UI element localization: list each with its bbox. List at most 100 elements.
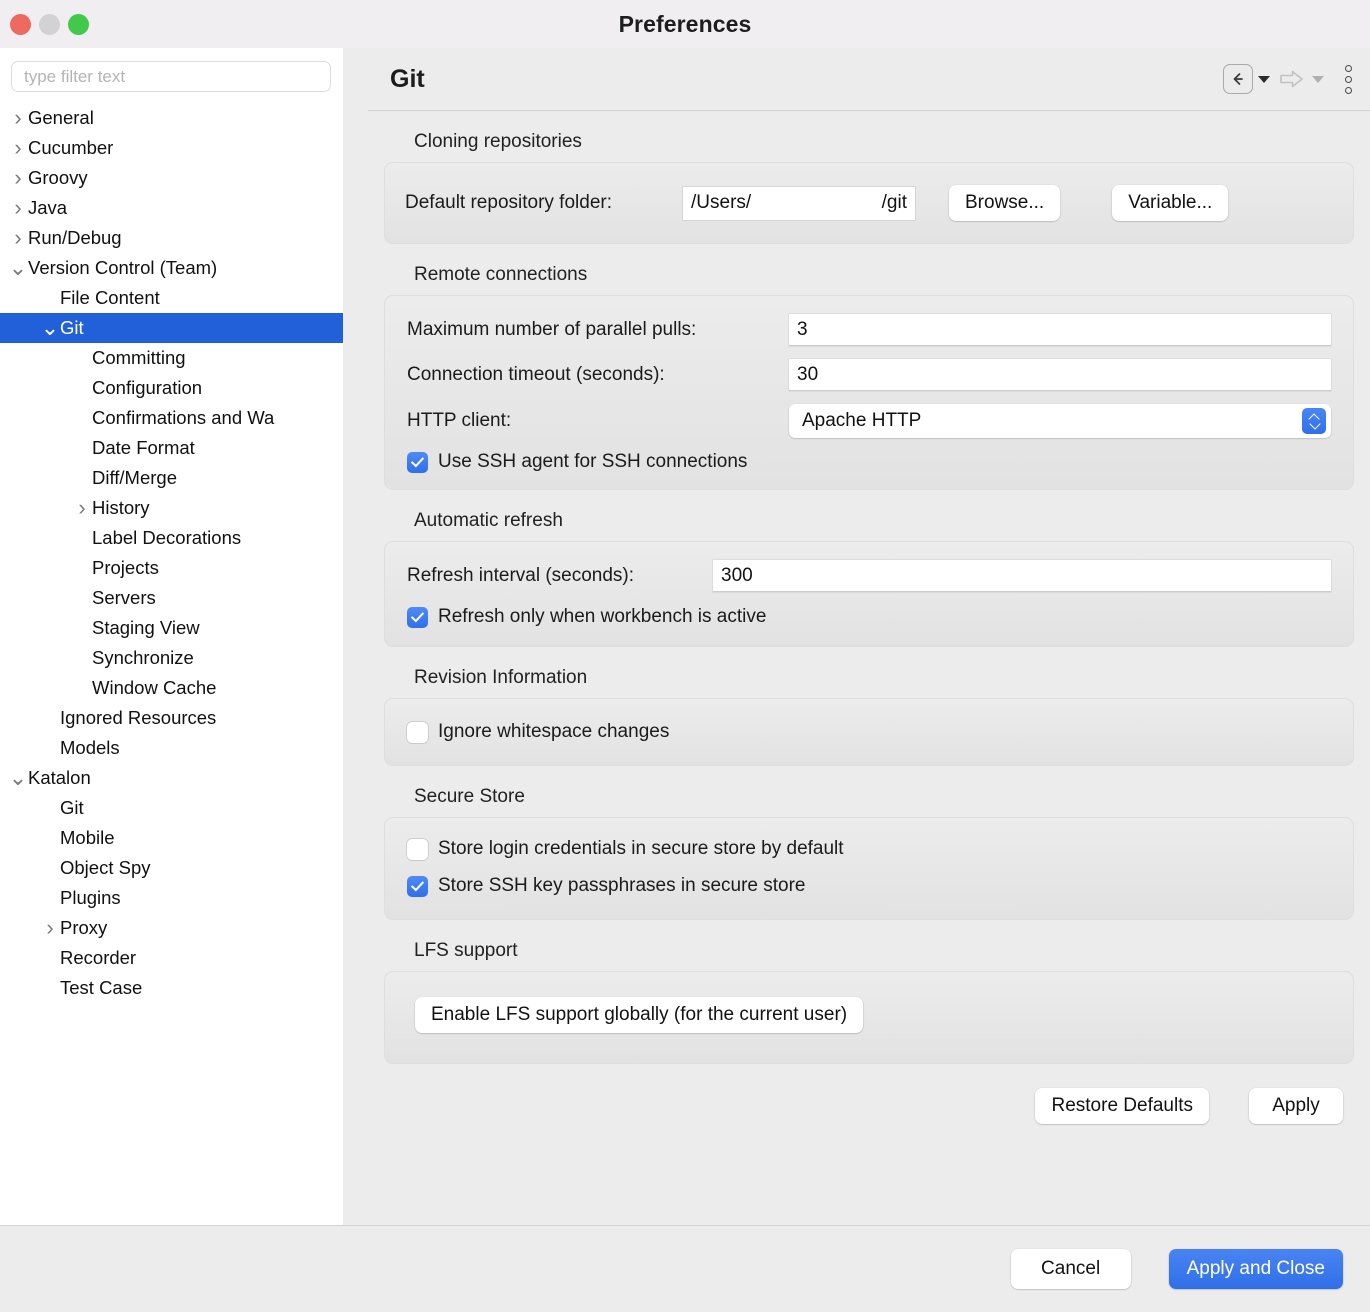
sidebar-item-committing[interactable]: ›Committing bbox=[0, 343, 343, 373]
arrow-right-icon bbox=[1280, 70, 1303, 88]
workbench-active-checkbox-row[interactable]: Refresh only when workbench is active bbox=[407, 606, 1331, 628]
sidebar-item-servers[interactable]: ›Servers bbox=[0, 583, 343, 613]
sidebar-item-general[interactable]: › General bbox=[0, 103, 343, 133]
back-button[interactable] bbox=[1223, 64, 1253, 94]
view-menu-button[interactable] bbox=[1341, 61, 1356, 98]
forward-button[interactable] bbox=[1277, 64, 1307, 94]
chevron-right-icon[interactable]: › bbox=[8, 227, 28, 249]
chevron-right-icon[interactable]: › bbox=[72, 497, 92, 519]
search-input[interactable] bbox=[11, 61, 331, 92]
store-login-credentials-checkbox[interactable] bbox=[407, 838, 428, 860]
sidebar-item-confirmations-and-wa[interactable]: ›Confirmations and Wa bbox=[0, 403, 343, 433]
variable-button[interactable]: Variable... bbox=[1112, 185, 1229, 221]
sidebar-item-date-format[interactable]: ›Date Format bbox=[0, 433, 343, 463]
ssh-agent-label: Use SSH agent for SSH connections bbox=[438, 451, 748, 472]
http-client-label: HTTP client: bbox=[407, 410, 512, 431]
traffic-light-group bbox=[10, 14, 89, 35]
sidebar-item-label: Confirmations and Wa bbox=[92, 407, 275, 428]
ignore-whitespace-checkbox-row[interactable]: Ignore whitespace changes bbox=[407, 721, 1331, 743]
chevron-down-icon[interactable]: ⌄ bbox=[8, 257, 28, 279]
store-ssh-passphrases-checkbox-row[interactable]: Store SSH key passphrases in secure stor… bbox=[407, 875, 1331, 897]
forward-history-caret-down-icon[interactable] bbox=[1312, 75, 1324, 83]
chevron-right-icon[interactable]: › bbox=[8, 197, 28, 219]
sidebar-item-diff-merge[interactable]: ›Diff/Merge bbox=[0, 463, 343, 493]
lfs-group: Enable LFS support globally (for the cur… bbox=[384, 971, 1354, 1064]
sidebar-item-staging-view[interactable]: ›Staging View bbox=[0, 613, 343, 643]
apply-and-close-button[interactable]: Apply and Close bbox=[1168, 1249, 1343, 1289]
sidebar-scrollbar-gutter[interactable] bbox=[343, 48, 368, 1225]
sidebar-item-version-control-team[interactable]: ⌄ Version Control (Team) bbox=[0, 253, 343, 283]
kebab-menu-icon-dot bbox=[1345, 64, 1352, 72]
workbench-active-label: Refresh only when workbench is active bbox=[438, 606, 767, 627]
http-client-select[interactable]: Apache HTTP bbox=[789, 404, 1331, 438]
preferences-content: Git Cloning repositories Default reposit… bbox=[368, 48, 1370, 1225]
repo-path-prefix: /Users/ bbox=[691, 192, 752, 213]
section-automatic-refresh: Automatic refresh Refresh interval (seco… bbox=[382, 490, 1356, 647]
sidebar-item-plugins[interactable]: ›Plugins bbox=[0, 883, 343, 913]
store-login-credentials-checkbox-row[interactable]: Store login credentials in secure store … bbox=[407, 838, 1331, 860]
connection-timeout-input[interactable] bbox=[789, 359, 1331, 391]
section-title-revision: Revision Information bbox=[414, 667, 588, 688]
sidebar-item-katalon[interactable]: ⌄ Katalon bbox=[0, 763, 343, 793]
enable-lfs-button[interactable]: Enable LFS support globally (for the cur… bbox=[415, 997, 864, 1033]
store-ssh-passphrases-checkbox[interactable] bbox=[407, 875, 428, 897]
sidebar-item-git[interactable]: ⌄ Git bbox=[0, 313, 343, 343]
sidebar-item-mobile[interactable]: ›Mobile bbox=[0, 823, 343, 853]
sidebar-item-label: Run/Debug bbox=[28, 227, 122, 248]
cancel-button[interactable]: Cancel bbox=[1010, 1249, 1131, 1289]
preferences-sidebar: ›General›Cucumber›Groovy›Java›Run/Debug⌄… bbox=[0, 48, 343, 1225]
sidebar-item-java[interactable]: › Java bbox=[0, 193, 343, 223]
sidebar-item-object-spy[interactable]: ›Object Spy bbox=[0, 853, 343, 883]
section-title-lfs: LFS support bbox=[414, 940, 518, 961]
sidebar-item-proxy[interactable]: › Proxy bbox=[0, 913, 343, 943]
section-lfs-support: LFS support Enable LFS support globally … bbox=[382, 920, 1356, 1064]
ignore-whitespace-checkbox[interactable] bbox=[407, 721, 428, 743]
chevron-right-icon[interactable]: › bbox=[8, 137, 28, 159]
sidebar-item-history[interactable]: › History bbox=[0, 493, 343, 523]
ignore-whitespace-label: Ignore whitespace changes bbox=[438, 721, 670, 742]
chevron-right-icon[interactable]: › bbox=[40, 917, 60, 939]
sidebar-item-groovy[interactable]: › Groovy bbox=[0, 163, 343, 193]
sidebar-item-label: Plugins bbox=[60, 887, 121, 908]
close-button[interactable] bbox=[10, 14, 31, 35]
page-title: Git bbox=[390, 64, 425, 93]
section-secure-store: Secure Store Store login credentials in … bbox=[382, 766, 1356, 920]
workbench-active-checkbox[interactable] bbox=[407, 606, 428, 628]
ssh-agent-checkbox[interactable] bbox=[407, 451, 428, 473]
revision-group: Ignore whitespace changes bbox=[384, 698, 1354, 766]
sidebar-item-label: Configuration bbox=[92, 377, 203, 398]
sidebar-item-label: Proxy bbox=[60, 917, 108, 938]
sidebar-item-label: Staging View bbox=[92, 617, 200, 638]
sidebar-item-label: Git bbox=[60, 317, 84, 338]
default-repository-folder-input[interactable]: /Users/ /git bbox=[683, 186, 915, 220]
sidebar-item-git[interactable]: ›Git bbox=[0, 793, 343, 823]
parallel-pulls-input[interactable] bbox=[789, 314, 1331, 346]
ssh-agent-checkbox-row[interactable]: Use SSH agent for SSH connections bbox=[407, 451, 1331, 473]
sidebar-item-file-content[interactable]: ›File Content bbox=[0, 283, 343, 313]
back-history-caret-down-icon[interactable] bbox=[1258, 75, 1270, 83]
sidebar-item-cucumber[interactable]: › Cucumber bbox=[0, 133, 343, 163]
sidebar-item-projects[interactable]: ›Projects bbox=[0, 553, 343, 583]
sidebar-item-window-cache[interactable]: ›Window Cache bbox=[0, 673, 343, 703]
chevron-right-icon[interactable]: › bbox=[8, 107, 28, 129]
minimize-button[interactable] bbox=[39, 14, 60, 35]
sidebar-item-configuration[interactable]: ›Configuration bbox=[0, 373, 343, 403]
stepper-updown-icon[interactable] bbox=[1302, 408, 1326, 434]
restore-defaults-button[interactable]: Restore Defaults bbox=[1035, 1088, 1209, 1124]
sidebar-item-label-decorations[interactable]: ›Label Decorations bbox=[0, 523, 343, 553]
sidebar-item-models[interactable]: ›Models bbox=[0, 733, 343, 763]
apply-button[interactable]: Apply bbox=[1249, 1088, 1343, 1124]
sidebar-item-synchronize[interactable]: ›Synchronize bbox=[0, 643, 343, 673]
refresh-interval-row: Refresh interval (seconds): bbox=[407, 560, 1331, 592]
chevron-right-icon[interactable]: › bbox=[8, 167, 28, 189]
refresh-interval-input[interactable] bbox=[713, 560, 1331, 592]
sidebar-item-test-case[interactable]: ›Test Case bbox=[0, 973, 343, 1003]
browse-button[interactable]: Browse... bbox=[949, 185, 1061, 221]
chevron-down-icon[interactable]: ⌄ bbox=[40, 317, 60, 339]
sidebar-item-recorder[interactable]: ›Recorder bbox=[0, 943, 343, 973]
sidebar-item-ignored-resources[interactable]: ›Ignored Resources bbox=[0, 703, 343, 733]
sidebar-item-run-debug[interactable]: › Run/Debug bbox=[0, 223, 343, 253]
parallel-pulls-row: Maximum number of parallel pulls: bbox=[407, 314, 1331, 346]
chevron-down-icon[interactable]: ⌄ bbox=[8, 767, 28, 789]
maximize-button[interactable] bbox=[68, 14, 89, 35]
